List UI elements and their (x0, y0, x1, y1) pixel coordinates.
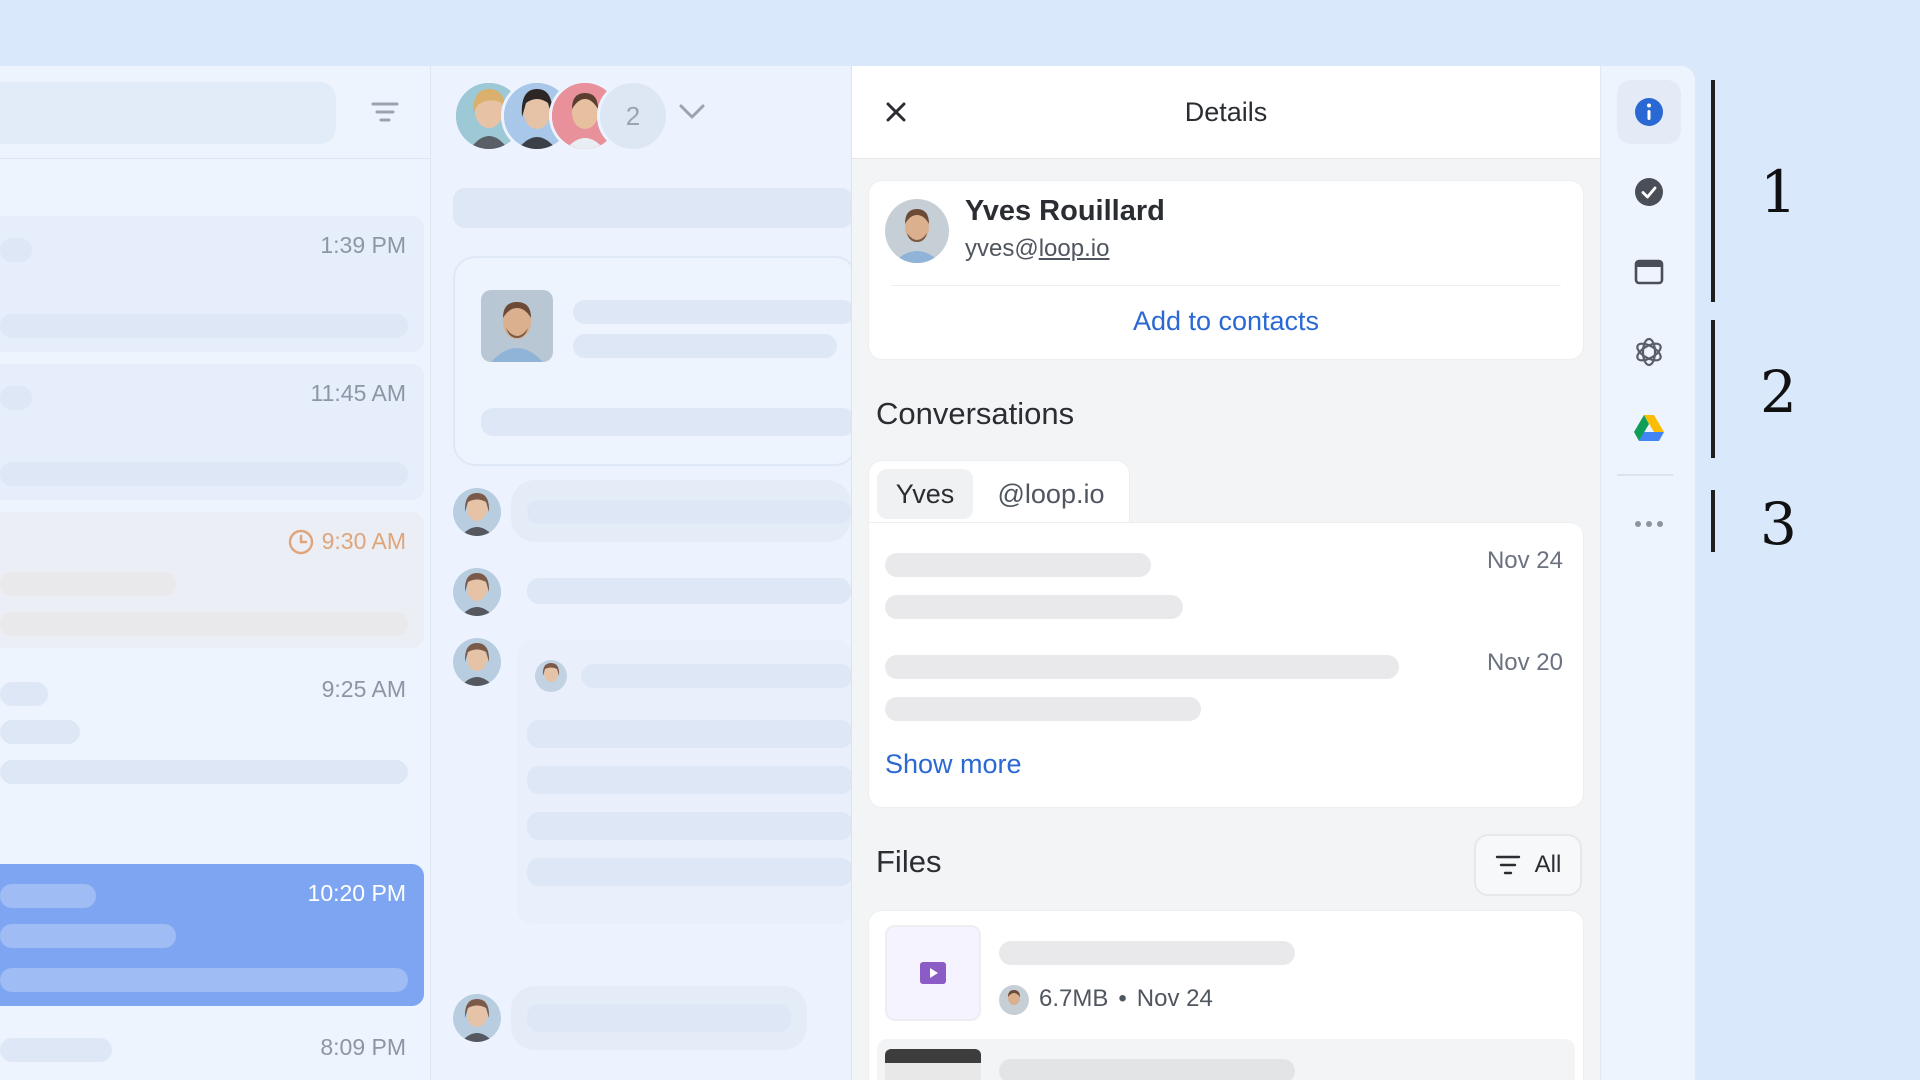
video-file-icon (885, 925, 981, 1021)
clock-icon (288, 529, 313, 554)
row-time: 1:39 PM (320, 232, 406, 258)
row-time: 10:20 PM (307, 880, 406, 906)
conversation-row[interactable]: 9:25 AM (0, 660, 424, 796)
annotation-bracket (1711, 80, 1715, 302)
conversation-date: Nov 24 (1486, 547, 1563, 574)
row-time: 8:09 PM (320, 1034, 406, 1060)
info-icon[interactable] (1617, 80, 1681, 144)
close-icon[interactable] (882, 98, 910, 126)
conversation-row-selected[interactable]: 10:20 PM (0, 864, 424, 1006)
conversation-row[interactable]: 11:45 AM (0, 364, 424, 500)
file-thumbnail (885, 1049, 981, 1080)
filter-label: All (1534, 851, 1562, 878)
scheduled-time: 9:30 AM (288, 528, 406, 555)
conversations-card: Nov 24 Nov 20 Show more (868, 522, 1584, 808)
sender-photo (481, 290, 553, 362)
uploader-avatar (999, 985, 1029, 1015)
file-date: Nov 24 (1136, 985, 1213, 1012)
file-size: 6.7MB (1039, 985, 1109, 1012)
file-item[interactable]: 6.7MB • Nov 24 (869, 921, 1583, 1031)
google-drive-icon[interactable] (1617, 396, 1681, 460)
show-more-link[interactable]: Show more (885, 749, 1022, 780)
filter-icon (1495, 855, 1520, 875)
more-horizontal-icon[interactable] (1617, 492, 1681, 556)
files-card: 6.7MB • Nov 24 (868, 910, 1584, 1080)
conversation-tabs: Yves @loop.io (868, 460, 1130, 531)
details-header: Details (852, 66, 1600, 159)
check-circle-icon[interactable] (1617, 160, 1681, 224)
app-window: 1:39 PM 11:45 AM 9:30 AM 9:25 AM 10:20 P… (0, 66, 1695, 1080)
participants-more-count[interactable]: 2 (597, 80, 669, 152)
annotation-bracket (1711, 320, 1715, 458)
details-title: Details (1184, 97, 1268, 127)
chevron-down-icon[interactable] (677, 100, 707, 124)
row-time: 11:45 AM (310, 380, 406, 406)
row-time: 9:25 AM (321, 676, 406, 702)
contact-avatar (885, 199, 949, 263)
divider (891, 285, 1561, 286)
message-avatar (453, 638, 501, 686)
conversation-item[interactable]: Nov 24 (869, 537, 1583, 633)
add-to-contacts-button[interactable]: Add to contacts (869, 293, 1583, 349)
annotation-bracket (1711, 490, 1715, 552)
contact-name: Yves Rouillard (965, 195, 1165, 227)
annotation-number: 2 (1760, 358, 1797, 426)
meta-separator: • (1118, 985, 1127, 1012)
email-domain-link[interactable]: loop.io (1039, 235, 1110, 262)
conversation-row[interactable]: 9:30 AM (0, 512, 424, 648)
files-filter-button[interactable]: All (1474, 834, 1582, 896)
conversation-item[interactable]: Nov 20 (869, 639, 1583, 735)
details-panel: Details Yves Rouillard yves@loop.io Add … (851, 66, 1600, 1080)
annotation-number: 1 (1760, 158, 1797, 226)
tab-yves[interactable]: Yves (877, 469, 973, 519)
quoted-thread[interactable] (517, 640, 853, 924)
message-avatar (453, 994, 501, 1042)
browser-window-icon[interactable] (1617, 240, 1681, 304)
integrations-rail (1600, 66, 1695, 1080)
email-card[interactable] (453, 256, 857, 466)
mini-avatar (535, 660, 567, 692)
annotation-number: 3 (1760, 490, 1797, 558)
file-item[interactable] (877, 1039, 1575, 1080)
message-avatar (453, 568, 501, 616)
conversation-list-header (0, 66, 430, 159)
contact-card: Yves Rouillard yves@loop.io Add to conta… (868, 180, 1584, 360)
message-avatar (453, 488, 501, 536)
thread-pane: 2 (431, 66, 857, 1080)
file-meta: 6.7MB • Nov 24 (1039, 985, 1213, 1013)
email-user: yves@ (965, 235, 1039, 262)
search-input[interactable] (0, 82, 336, 144)
conversation-list: 1:39 PM 11:45 AM 9:30 AM 9:25 AM 10:20 P… (0, 66, 431, 1080)
thread-header: 2 (431, 66, 851, 158)
conversation-date: Nov 20 (1486, 649, 1563, 676)
openai-icon[interactable] (1617, 320, 1681, 384)
contact-email: yves@loop.io (965, 235, 1109, 263)
conversation-row[interactable]: 8:09 PM (0, 1018, 424, 1080)
conversations-heading: Conversations (876, 396, 1075, 431)
filter-icon[interactable] (370, 98, 400, 128)
rail-divider (1617, 474, 1673, 476)
files-heading: Files (876, 844, 942, 879)
tab-domain[interactable]: @loop.io (983, 469, 1119, 519)
conversation-row[interactable]: 1:39 PM (0, 216, 424, 352)
